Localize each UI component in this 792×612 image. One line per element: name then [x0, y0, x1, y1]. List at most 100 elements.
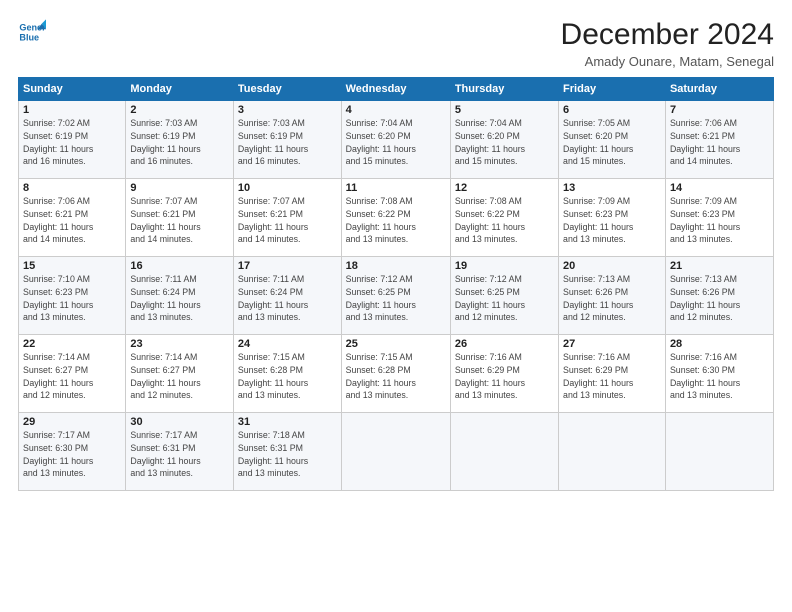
calendar-cell: 26Sunrise: 7:16 AM Sunset: 6:29 PM Dayli…: [450, 335, 558, 413]
day-info: Sunrise: 7:15 AM Sunset: 6:28 PM Dayligh…: [346, 351, 446, 402]
calendar-cell: 25Sunrise: 7:15 AM Sunset: 6:28 PM Dayli…: [341, 335, 450, 413]
calendar-cell: 23Sunrise: 7:14 AM Sunset: 6:27 PM Dayli…: [126, 335, 234, 413]
calendar-cell: 6Sunrise: 7:05 AM Sunset: 6:20 PM Daylig…: [559, 101, 666, 179]
day-info: Sunrise: 7:04 AM Sunset: 6:20 PM Dayligh…: [455, 117, 554, 168]
calendar-cell: 14Sunrise: 7:09 AM Sunset: 6:23 PM Dayli…: [665, 179, 773, 257]
week-row-4: 29Sunrise: 7:17 AM Sunset: 6:30 PM Dayli…: [19, 413, 774, 491]
calendar-cell: 5Sunrise: 7:04 AM Sunset: 6:20 PM Daylig…: [450, 101, 558, 179]
day-number: 14: [670, 182, 769, 194]
col-tuesday: Tuesday: [233, 78, 341, 101]
day-number: 7: [670, 104, 769, 116]
day-info: Sunrise: 7:05 AM Sunset: 6:20 PM Dayligh…: [563, 117, 661, 168]
day-number: 29: [23, 416, 121, 428]
calendar-cell: 13Sunrise: 7:09 AM Sunset: 6:23 PM Dayli…: [559, 179, 666, 257]
day-info: Sunrise: 7:13 AM Sunset: 6:26 PM Dayligh…: [563, 273, 661, 324]
calendar-cell: 8Sunrise: 7:06 AM Sunset: 6:21 PM Daylig…: [19, 179, 126, 257]
subtitle: Amady Ounare, Matam, Senegal: [561, 54, 774, 69]
day-info: Sunrise: 7:17 AM Sunset: 6:31 PM Dayligh…: [130, 429, 229, 480]
col-saturday: Saturday: [665, 78, 773, 101]
day-info: Sunrise: 7:14 AM Sunset: 6:27 PM Dayligh…: [130, 351, 229, 402]
day-number: 16: [130, 260, 229, 272]
day-number: 26: [455, 338, 554, 350]
day-info: Sunrise: 7:06 AM Sunset: 6:21 PM Dayligh…: [670, 117, 769, 168]
day-info: Sunrise: 7:16 AM Sunset: 6:29 PM Dayligh…: [563, 351, 661, 402]
calendar-body: 1Sunrise: 7:02 AM Sunset: 6:19 PM Daylig…: [19, 101, 774, 491]
day-number: 4: [346, 104, 446, 116]
day-info: Sunrise: 7:07 AM Sunset: 6:21 PM Dayligh…: [130, 195, 229, 246]
day-info: Sunrise: 7:16 AM Sunset: 6:30 PM Dayligh…: [670, 351, 769, 402]
week-row-3: 22Sunrise: 7:14 AM Sunset: 6:27 PM Dayli…: [19, 335, 774, 413]
calendar-cell: [665, 413, 773, 491]
day-number: 30: [130, 416, 229, 428]
day-number: 12: [455, 182, 554, 194]
day-info: Sunrise: 7:13 AM Sunset: 6:26 PM Dayligh…: [670, 273, 769, 324]
day-info: Sunrise: 7:09 AM Sunset: 6:23 PM Dayligh…: [670, 195, 769, 246]
calendar-cell: 11Sunrise: 7:08 AM Sunset: 6:22 PM Dayli…: [341, 179, 450, 257]
day-number: 9: [130, 182, 229, 194]
calendar-cell: 20Sunrise: 7:13 AM Sunset: 6:26 PM Dayli…: [559, 257, 666, 335]
day-number: 21: [670, 260, 769, 272]
day-info: Sunrise: 7:08 AM Sunset: 6:22 PM Dayligh…: [455, 195, 554, 246]
calendar-cell: 22Sunrise: 7:14 AM Sunset: 6:27 PM Dayli…: [19, 335, 126, 413]
day-number: 13: [563, 182, 661, 194]
col-thursday: Thursday: [450, 78, 558, 101]
day-number: 10: [238, 182, 337, 194]
calendar-cell: [559, 413, 666, 491]
calendar: Sunday Monday Tuesday Wednesday Thursday…: [18, 77, 774, 491]
week-row-0: 1Sunrise: 7:02 AM Sunset: 6:19 PM Daylig…: [19, 101, 774, 179]
logo-icon: General Blue: [18, 18, 46, 46]
day-number: 3: [238, 104, 337, 116]
calendar-cell: 21Sunrise: 7:13 AM Sunset: 6:26 PM Dayli…: [665, 257, 773, 335]
day-info: Sunrise: 7:08 AM Sunset: 6:22 PM Dayligh…: [346, 195, 446, 246]
title-block: December 2024 Amady Ounare, Matam, Seneg…: [561, 18, 774, 69]
day-number: 23: [130, 338, 229, 350]
day-number: 2: [130, 104, 229, 116]
day-number: 15: [23, 260, 121, 272]
calendar-cell: 31Sunrise: 7:18 AM Sunset: 6:31 PM Dayli…: [233, 413, 341, 491]
day-info: Sunrise: 7:18 AM Sunset: 6:31 PM Dayligh…: [238, 429, 337, 480]
calendar-cell: 7Sunrise: 7:06 AM Sunset: 6:21 PM Daylig…: [665, 101, 773, 179]
day-info: Sunrise: 7:16 AM Sunset: 6:29 PM Dayligh…: [455, 351, 554, 402]
day-number: 11: [346, 182, 446, 194]
header-row: Sunday Monday Tuesday Wednesday Thursday…: [19, 78, 774, 101]
day-number: 20: [563, 260, 661, 272]
day-number: 27: [563, 338, 661, 350]
day-info: Sunrise: 7:15 AM Sunset: 6:28 PM Dayligh…: [238, 351, 337, 402]
day-info: Sunrise: 7:11 AM Sunset: 6:24 PM Dayligh…: [130, 273, 229, 324]
calendar-cell: 19Sunrise: 7:12 AM Sunset: 6:25 PM Dayli…: [450, 257, 558, 335]
col-sunday: Sunday: [19, 78, 126, 101]
calendar-cell: 4Sunrise: 7:04 AM Sunset: 6:20 PM Daylig…: [341, 101, 450, 179]
col-friday: Friday: [559, 78, 666, 101]
day-info: Sunrise: 7:06 AM Sunset: 6:21 PM Dayligh…: [23, 195, 121, 246]
day-number: 24: [238, 338, 337, 350]
day-number: 8: [23, 182, 121, 194]
day-info: Sunrise: 7:10 AM Sunset: 6:23 PM Dayligh…: [23, 273, 121, 324]
calendar-cell: 30Sunrise: 7:17 AM Sunset: 6:31 PM Dayli…: [126, 413, 234, 491]
day-info: Sunrise: 7:12 AM Sunset: 6:25 PM Dayligh…: [455, 273, 554, 324]
calendar-cell: 28Sunrise: 7:16 AM Sunset: 6:30 PM Dayli…: [665, 335, 773, 413]
page: General Blue December 2024 Amady Ounare,…: [0, 0, 792, 612]
calendar-cell: 15Sunrise: 7:10 AM Sunset: 6:23 PM Dayli…: [19, 257, 126, 335]
calendar-header: Sunday Monday Tuesday Wednesday Thursday…: [19, 78, 774, 101]
day-info: Sunrise: 7:11 AM Sunset: 6:24 PM Dayligh…: [238, 273, 337, 324]
day-number: 19: [455, 260, 554, 272]
calendar-cell: 27Sunrise: 7:16 AM Sunset: 6:29 PM Dayli…: [559, 335, 666, 413]
calendar-cell: 17Sunrise: 7:11 AM Sunset: 6:24 PM Dayli…: [233, 257, 341, 335]
day-number: 1: [23, 104, 121, 116]
col-monday: Monday: [126, 78, 234, 101]
calendar-cell: 16Sunrise: 7:11 AM Sunset: 6:24 PM Dayli…: [126, 257, 234, 335]
calendar-cell: 24Sunrise: 7:15 AM Sunset: 6:28 PM Dayli…: [233, 335, 341, 413]
week-row-2: 15Sunrise: 7:10 AM Sunset: 6:23 PM Dayli…: [19, 257, 774, 335]
day-number: 18: [346, 260, 446, 272]
day-number: 17: [238, 260, 337, 272]
day-number: 5: [455, 104, 554, 116]
day-info: Sunrise: 7:14 AM Sunset: 6:27 PM Dayligh…: [23, 351, 121, 402]
calendar-cell: 3Sunrise: 7:03 AM Sunset: 6:19 PM Daylig…: [233, 101, 341, 179]
day-info: Sunrise: 7:09 AM Sunset: 6:23 PM Dayligh…: [563, 195, 661, 246]
calendar-cell: 9Sunrise: 7:07 AM Sunset: 6:21 PM Daylig…: [126, 179, 234, 257]
day-number: 25: [346, 338, 446, 350]
svg-text:Blue: Blue: [19, 32, 39, 42]
week-row-1: 8Sunrise: 7:06 AM Sunset: 6:21 PM Daylig…: [19, 179, 774, 257]
calendar-cell: 18Sunrise: 7:12 AM Sunset: 6:25 PM Dayli…: [341, 257, 450, 335]
calendar-cell: 10Sunrise: 7:07 AM Sunset: 6:21 PM Dayli…: [233, 179, 341, 257]
